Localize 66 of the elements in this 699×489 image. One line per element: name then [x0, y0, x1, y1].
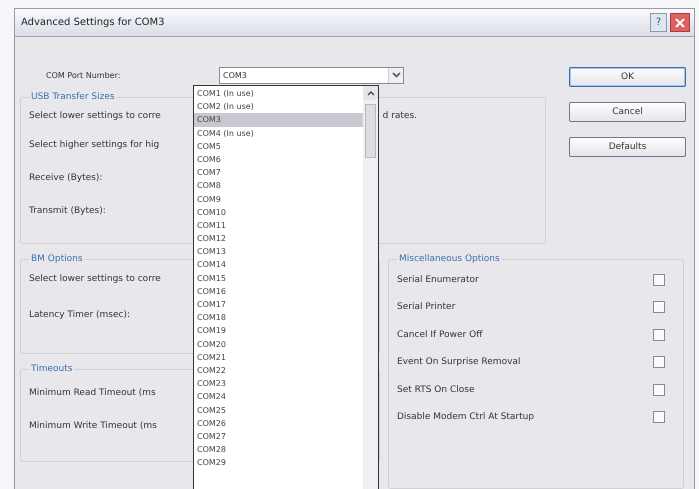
- list-item[interactable]: COM23: [194, 377, 363, 390]
- scroll-thumb[interactable]: [365, 104, 376, 158]
- field-label: Latency Timer (msec):: [29, 310, 130, 320]
- checkbox[interactable]: [653, 274, 665, 286]
- list-item[interactable]: COM18: [194, 311, 363, 324]
- note-text: d rates.: [382, 111, 417, 121]
- list-item[interactable]: COM17: [194, 298, 363, 312]
- field-label: Transmit (Bytes):: [29, 206, 106, 216]
- field-label: Receive (Bytes):: [29, 172, 102, 182]
- close-icon: [675, 18, 685, 28]
- window-title: Advanced Settings for COM3: [21, 17, 166, 28]
- list-item[interactable]: COM24: [194, 390, 363, 404]
- list-item[interactable]: COM5: [194, 140, 363, 153]
- list-item[interactable]: COM4 (In use): [194, 126, 363, 140]
- field-label: Minimum Write Timeout (ms: [29, 420, 157, 430]
- group-title: Miscellaneous Options: [398, 254, 501, 264]
- list-item[interactable]: COM28: [194, 443, 363, 456]
- list-item[interactable]: COM7: [194, 166, 363, 180]
- list-item[interactable]: COM13: [194, 245, 363, 258]
- checkbox[interactable]: [653, 384, 665, 396]
- field-label: Minimum Read Timeout (ms: [29, 388, 156, 398]
- list-item[interactable]: COM15: [194, 272, 363, 285]
- help-button[interactable]: ?: [650, 13, 667, 32]
- list-item[interactable]: COM27: [194, 430, 363, 444]
- list-item[interactable]: COM21: [194, 350, 363, 364]
- list-item[interactable]: COM11: [194, 218, 363, 232]
- list-item[interactable]: COM20: [194, 338, 363, 351]
- list-item[interactable]: COM2 (In use): [194, 100, 363, 114]
- option-label: Set RTS On Close: [397, 384, 474, 395]
- list-item[interactable]: COM12: [194, 232, 363, 246]
- checkbox[interactable]: [653, 328, 665, 341]
- option-label: Serial Enumerator: [397, 274, 479, 285]
- list-item[interactable]: COM16: [194, 284, 363, 298]
- com-port-dropdown[interactable]: COM3: [219, 66, 404, 84]
- note-text: Select higher settings for hig: [29, 140, 160, 150]
- close-button[interactable]: [670, 13, 690, 32]
- list-item[interactable]: COM14: [194, 258, 363, 272]
- dialog-button[interactable]: OK: [569, 67, 686, 87]
- group-title: BM Options: [30, 254, 84, 264]
- list-item[interactable]: COM19: [194, 324, 363, 338]
- option-label: Event On Surprise Removal: [397, 357, 520, 368]
- list-item[interactable]: COM22: [194, 364, 363, 378]
- list-item[interactable]: COM25: [194, 404, 363, 417]
- group-title: USB Transfer Sizes: [30, 92, 116, 102]
- list-item[interactable]: COM8: [194, 179, 363, 192]
- checkbox[interactable]: [653, 301, 665, 314]
- option-label: Cancel If Power Off: [397, 330, 482, 340]
- note-text: Select lower settings to corre: [29, 274, 161, 284]
- list-item[interactable]: COM29: [194, 456, 363, 470]
- list-item[interactable]: COM9: [194, 192, 363, 206]
- field-label: COM Port Number:: [45, 70, 122, 80]
- option-label: Serial Printer: [397, 302, 456, 312]
- group-title: Timeouts: [30, 364, 74, 374]
- list-item[interactable]: COM10: [194, 206, 363, 219]
- dialog-button[interactable]: Cancel: [569, 102, 686, 122]
- dialog-button[interactable]: Defaults: [569, 137, 686, 157]
- list-item[interactable]: COM26: [194, 416, 363, 430]
- scroll-up-icon[interactable]: [363, 86, 378, 100]
- note-text: Select lower settings to corre: [29, 111, 161, 121]
- list-item[interactable]: COM3: [194, 113, 363, 127]
- list-item[interactable]: COM6: [194, 152, 363, 166]
- scrollbar[interactable]: [363, 86, 378, 489]
- option-label: Disable Modem Ctrl At Startup: [397, 412, 534, 422]
- checkbox[interactable]: [653, 356, 665, 368]
- list-item[interactable]: COM1 (In use): [194, 87, 363, 100]
- checkbox[interactable]: [653, 411, 665, 424]
